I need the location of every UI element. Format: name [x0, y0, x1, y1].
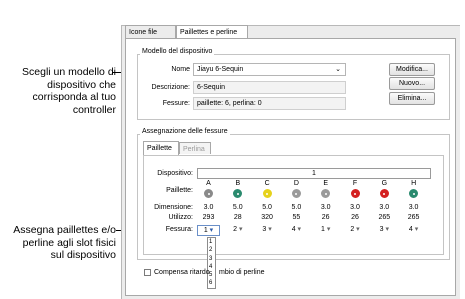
caret-down-icon: ▾: [266, 226, 272, 233]
slot-assignment-title: Assegnazione delle fessure: [140, 128, 230, 135]
edit-button[interactable]: Modifica...: [389, 63, 435, 76]
column-letter: H: [411, 180, 417, 187]
slot-select[interactable]: 4 ▾: [402, 225, 425, 233]
caret-down-icon: ▾: [412, 226, 419, 233]
sequin-color-swatch[interactable]: [350, 189, 360, 198]
delete-button[interactable]: Elimina...: [389, 92, 435, 105]
tab-sequins-beads[interactable]: Paillettes e perline: [176, 25, 248, 39]
used-row-label: Utilizzo:: [168, 214, 193, 221]
slots-field: paillette: 6, perlina: 0: [193, 97, 346, 110]
slot-select[interactable]: 1 ▾: [197, 225, 220, 236]
new-button[interactable]: Nuovo...: [389, 77, 435, 90]
slot-select[interactable]: 3 ▾: [373, 225, 396, 233]
compensate-checkbox[interactable]: [144, 269, 151, 276]
slot-select[interactable]: 2 ▾: [344, 225, 367, 233]
callout-line: dispositivo che: [47, 78, 116, 91]
column-letter: D: [293, 180, 299, 187]
callout-line: Scegli un modello di: [22, 66, 116, 78]
column-letter: F: [352, 180, 358, 187]
used-value: 265: [378, 214, 391, 221]
slot-row-label: Fessura:: [165, 226, 193, 233]
callout-line: sul dispositivo: [50, 249, 116, 261]
size-value: 3.0: [203, 204, 214, 211]
column-letter: A: [206, 180, 211, 187]
used-value: 265: [407, 214, 420, 221]
column-letter: B: [235, 180, 241, 187]
device-label: Dispositivo:: [157, 170, 193, 177]
column-letter: C: [264, 180, 270, 187]
device-header: 1: [197, 168, 431, 179]
size-value: 5.0: [262, 204, 272, 211]
sequin-color-swatch[interactable]: [204, 189, 213, 198]
slot-select[interactable]: 1 ▾: [314, 225, 337, 233]
caret-down-icon: ▾: [324, 226, 331, 233]
sequin-color-swatch[interactable]: [291, 189, 301, 198]
caret-down-icon: ▾: [207, 227, 214, 234]
used-value: 55: [292, 214, 301, 221]
name-label: Nome: [171, 66, 190, 73]
column-letter: E: [323, 180, 329, 187]
used-value: 26: [321, 214, 330, 221]
size-value: 3.0: [350, 204, 360, 211]
callout-line: corrisponda al tuo: [32, 91, 116, 103]
size-value: 3.0: [320, 204, 331, 211]
compensate-label-right: mbio di perline: [219, 269, 265, 276]
tab-bead[interactable]: Perlina: [179, 142, 211, 154]
used-value: 320: [261, 214, 273, 221]
caret-down-icon: ▾: [354, 226, 360, 233]
sequin-color-swatch[interactable]: [379, 189, 389, 198]
device-model-title: Modello del dispositivo: [140, 48, 215, 55]
description-label: Descrizione:: [151, 84, 190, 91]
chevron-down-icon: ⌄: [335, 66, 341, 73]
callout-line: controller: [72, 103, 116, 116]
callout-choose-model: Scegli un modello di dispositivo che cor…: [2, 66, 116, 116]
caret-down-icon: ▾: [295, 226, 302, 233]
sequin-color-swatch[interactable]: [262, 189, 272, 198]
callout-line: perline agli slot fisici: [22, 236, 116, 249]
size-value: 5.0: [232, 204, 243, 211]
size-value: 5.0: [291, 204, 302, 211]
used-value: 26: [351, 214, 359, 221]
size-value: 3.0: [408, 204, 419, 211]
caret-down-icon: ▾: [237, 226, 243, 233]
description-field: 6-Sequin: [193, 81, 346, 94]
tab-dst-icons[interactable]: Icone file DST: [125, 25, 176, 49]
slots-label: Fessure:: [162, 100, 190, 107]
used-value: 293: [202, 214, 215, 221]
caret-down-icon: ▾: [383, 226, 389, 233]
size-value: 3.0: [379, 204, 390, 211]
slot-select[interactable]: 2 ▾: [226, 225, 249, 233]
used-value: 28: [233, 214, 242, 221]
model-name-select[interactable]: Jiayu 6-Sequin ⌄: [193, 63, 346, 76]
tab-sequin[interactable]: Paillette: [143, 141, 179, 155]
dropdown-option[interactable]: 3: [208, 255, 215, 263]
slot-dropdown-list[interactable]: 1 2 3 4 5 6: [207, 237, 216, 289]
device-number: 1: [312, 170, 316, 177]
dropdown-option[interactable]: 6: [208, 279, 215, 287]
dropdown-option[interactable]: 2: [208, 246, 215, 254]
model-name-value: Jiayu 6-Sequin: [197, 66, 244, 73]
dropdown-option[interactable]: 1: [208, 238, 215, 246]
callout-line: Assegna paillettes e/o: [13, 224, 116, 236]
sequins-row-label: Paillette:: [166, 187, 193, 194]
size-row-label: Dimensione:: [154, 204, 193, 211]
slot-select[interactable]: 3 ▾: [256, 225, 279, 233]
column-letter: G: [381, 180, 388, 187]
slot-select[interactable]: 4 ▾: [285, 225, 308, 233]
callout-assign-slots: Assegna paillettes e/o perline agli slot…: [2, 224, 116, 262]
compensate-label-left: Compensa ritardo: [154, 269, 210, 276]
